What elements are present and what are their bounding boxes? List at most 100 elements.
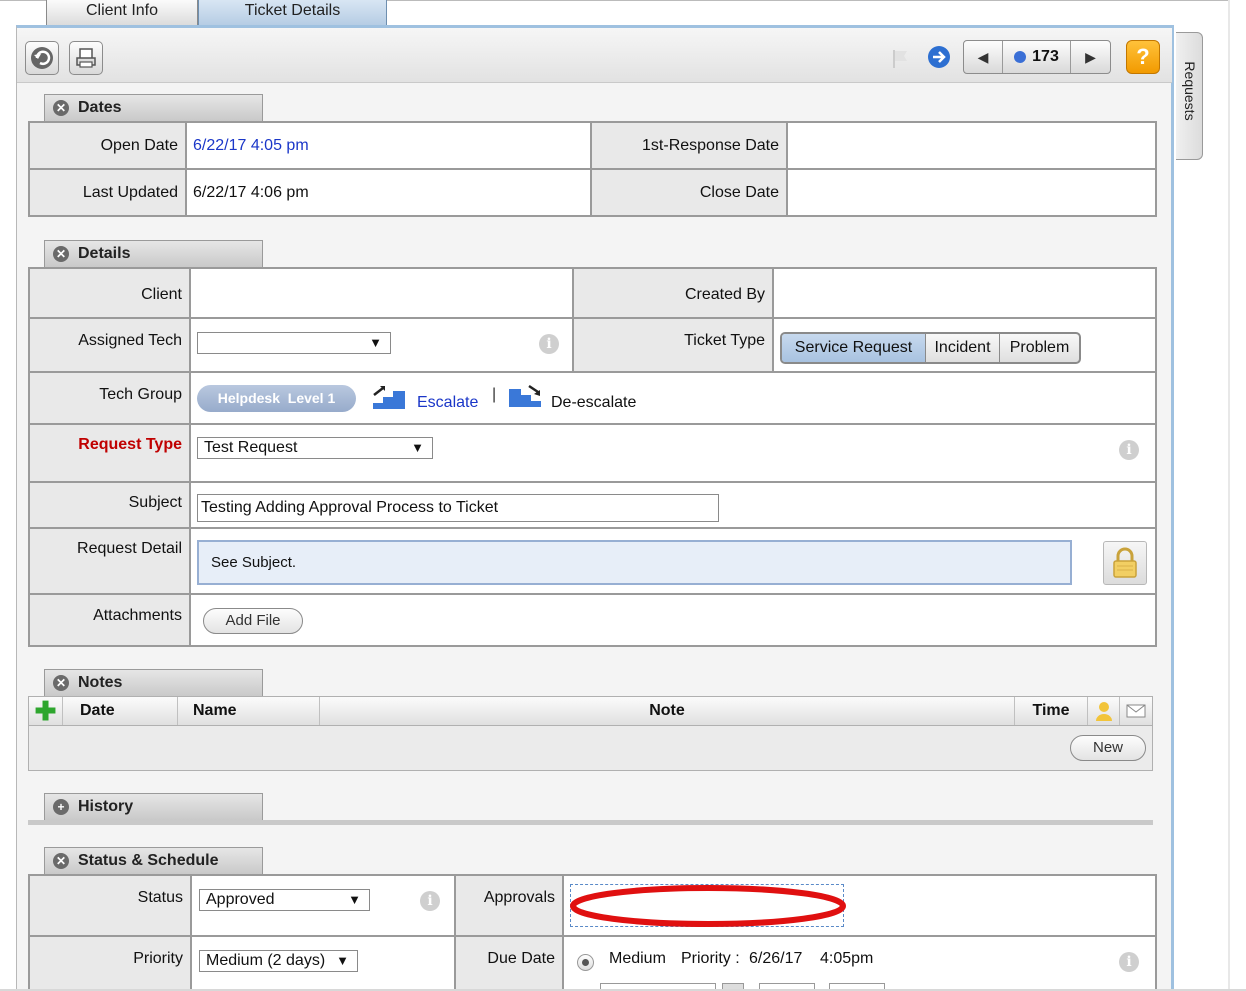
deescalate-icon[interactable] xyxy=(507,383,543,409)
collapse-icon: ✕ xyxy=(53,100,69,116)
first-response-value xyxy=(788,123,1155,168)
dropdown-arrow-icon: ▼ xyxy=(411,440,424,455)
notes-col-note[interactable]: Note xyxy=(320,697,1015,725)
assigned-tech-cell: ▼ i xyxy=(191,319,572,371)
ticket-type-service-request[interactable]: Service Request xyxy=(782,334,926,362)
deescalate-link[interactable]: De-escalate xyxy=(551,394,636,412)
dates-table: Open Date 6/22/17 4:05 pm 1st-Response D… xyxy=(28,121,1157,217)
side-tab-label: Requests xyxy=(1182,61,1198,121)
due-priority-text: Priority : xyxy=(681,950,740,967)
flag-icon[interactable] xyxy=(890,48,912,70)
status-schedule-section-header[interactable]: ✕ Status & Schedule xyxy=(44,847,263,874)
notes-section-header[interactable]: ✕ Notes xyxy=(44,669,263,696)
dates-title: Dates xyxy=(78,99,122,116)
ticket-type-label: Ticket Type xyxy=(574,319,772,371)
details-section-header[interactable]: ✕ Details xyxy=(44,240,263,267)
help-button[interactable]: ? xyxy=(1126,40,1160,74)
side-tab-requests[interactable]: Requests xyxy=(1176,32,1203,160)
due-date-label: Due Date xyxy=(456,937,562,991)
assigned-tech-select[interactable]: ▼ xyxy=(197,332,391,354)
status-dot-icon xyxy=(1014,51,1027,63)
priority-cell: Medium (2 days) ▼ xyxy=(192,937,454,991)
next-ticket-button[interactable]: ▶ xyxy=(1071,41,1110,73)
lock-icon xyxy=(1113,547,1137,578)
escalate-separator: | xyxy=(492,386,497,403)
client-value[interactable] xyxy=(191,269,572,317)
back-arrow-icon xyxy=(31,47,53,69)
notes-col-date[interactable]: Date xyxy=(63,697,178,725)
status-cell: Approved ▼ i xyxy=(192,876,454,935)
status-label: Status xyxy=(30,876,190,935)
info-icon[interactable]: i xyxy=(420,891,440,911)
new-note-button[interactable]: New xyxy=(1070,735,1146,761)
tab-strip-line-right xyxy=(387,0,1230,1)
created-by-label: Created By xyxy=(574,269,772,317)
created-by-value xyxy=(774,269,1155,317)
request-detail-textarea[interactable]: See Subject. xyxy=(197,540,1072,585)
print-icon xyxy=(76,48,96,68)
plus-icon: ✚ xyxy=(34,696,57,726)
details-table: Client Created By Assigned Tech ▼ i Tick… xyxy=(28,267,1157,647)
ticket-type-incident[interactable]: Incident xyxy=(926,334,1000,362)
approvals-cell xyxy=(564,876,1155,935)
open-date-label: Open Date xyxy=(30,123,185,168)
add-note-button[interactable]: ✚ xyxy=(29,697,63,725)
subject-input[interactable]: Testing Adding Approval Process to Ticke… xyxy=(197,494,719,522)
tech-group-badge[interactable]: Helpdesk Level 1 xyxy=(197,385,356,412)
assigned-tech-label: Assigned Tech xyxy=(30,319,189,371)
info-icon[interactable]: i xyxy=(539,334,559,354)
request-detail-label: Request Detail xyxy=(30,529,189,593)
attachments-cell: Add File xyxy=(191,595,1155,645)
ticket-details-panel: ◀ 173 ▶ ? ✕ Dates Open Date 6/22/17 4:05… xyxy=(16,25,1174,991)
notes-col-name[interactable]: Name xyxy=(178,697,320,725)
due-date-value: 6/26/17 xyxy=(749,950,803,967)
escalate-link[interactable]: Escalate xyxy=(417,394,478,412)
dates-section-header[interactable]: ✕ Dates xyxy=(44,94,263,121)
notes-col-user[interactable] xyxy=(1088,697,1120,725)
open-date-value[interactable]: 6/22/17 4:05 pm xyxy=(187,123,590,168)
print-button[interactable] xyxy=(69,41,103,75)
due-time-value: 4:05pm xyxy=(820,950,874,967)
history-section-bar xyxy=(28,820,1153,825)
status-select[interactable]: Approved ▼ xyxy=(199,889,370,911)
tab-client-info[interactable]: Client Info xyxy=(46,0,198,26)
collapse-icon: ✕ xyxy=(53,675,69,691)
add-file-button[interactable]: Add File xyxy=(203,608,303,634)
ticket-number-display: 173 xyxy=(1003,41,1071,73)
last-updated-label: Last Updated xyxy=(30,170,185,215)
request-type-select[interactable]: Test Request ▼ xyxy=(197,437,433,459)
right-edge-line xyxy=(1228,0,1230,991)
page: Client Info Ticket Details Requests ◀ 17… xyxy=(0,0,1246,991)
due-priority-name: Medium xyxy=(609,950,666,967)
tech-group-cell: Helpdesk Level 1 Escalate | De-escalate xyxy=(191,373,1155,423)
arrow-right-circle-icon[interactable] xyxy=(927,45,951,69)
dropdown-arrow-icon: ▼ xyxy=(336,953,349,968)
escalate-icon[interactable] xyxy=(371,385,407,411)
history-section-header[interactable]: + History xyxy=(44,793,263,820)
first-response-label: 1st-Response Date xyxy=(592,123,786,168)
info-icon[interactable]: i xyxy=(1119,440,1139,460)
due-priority-radio[interactable] xyxy=(577,954,594,971)
tab-ticket-details[interactable]: Ticket Details xyxy=(198,0,387,26)
notes-col-email[interactable] xyxy=(1120,697,1152,725)
ticket-type-problem[interactable]: Problem xyxy=(1000,334,1079,362)
close-date-label: Close Date xyxy=(592,170,786,215)
triangle-right-icon: ▶ xyxy=(1085,48,1096,65)
info-icon[interactable]: i xyxy=(1119,952,1139,972)
status-schedule-table: Status Approved ▼ i Approvals Priority Me… xyxy=(28,874,1157,991)
collapse-icon: ✕ xyxy=(53,853,69,869)
close-date-value xyxy=(788,170,1155,215)
ticket-type-cell: Service Request Incident Problem xyxy=(774,319,1155,371)
approvals-label: Approvals xyxy=(456,876,562,935)
priority-select[interactable]: Medium (2 days) ▼ xyxy=(199,950,358,972)
collapse-icon: ✕ xyxy=(53,246,69,262)
request-detail-cell: See Subject. xyxy=(191,529,1155,593)
details-title: Details xyxy=(78,245,131,262)
previous-ticket-button[interactable]: ◀ xyxy=(964,41,1003,73)
back-button[interactable] xyxy=(25,41,59,75)
ticket-number: 173 xyxy=(1032,48,1059,65)
envelope-icon xyxy=(1126,704,1146,718)
lock-button[interactable] xyxy=(1103,541,1147,585)
due-date-cell: Medium Priority : 6/26/17 4:05pm i xyxy=(564,937,1155,991)
notes-col-time[interactable]: Time xyxy=(1015,697,1088,725)
